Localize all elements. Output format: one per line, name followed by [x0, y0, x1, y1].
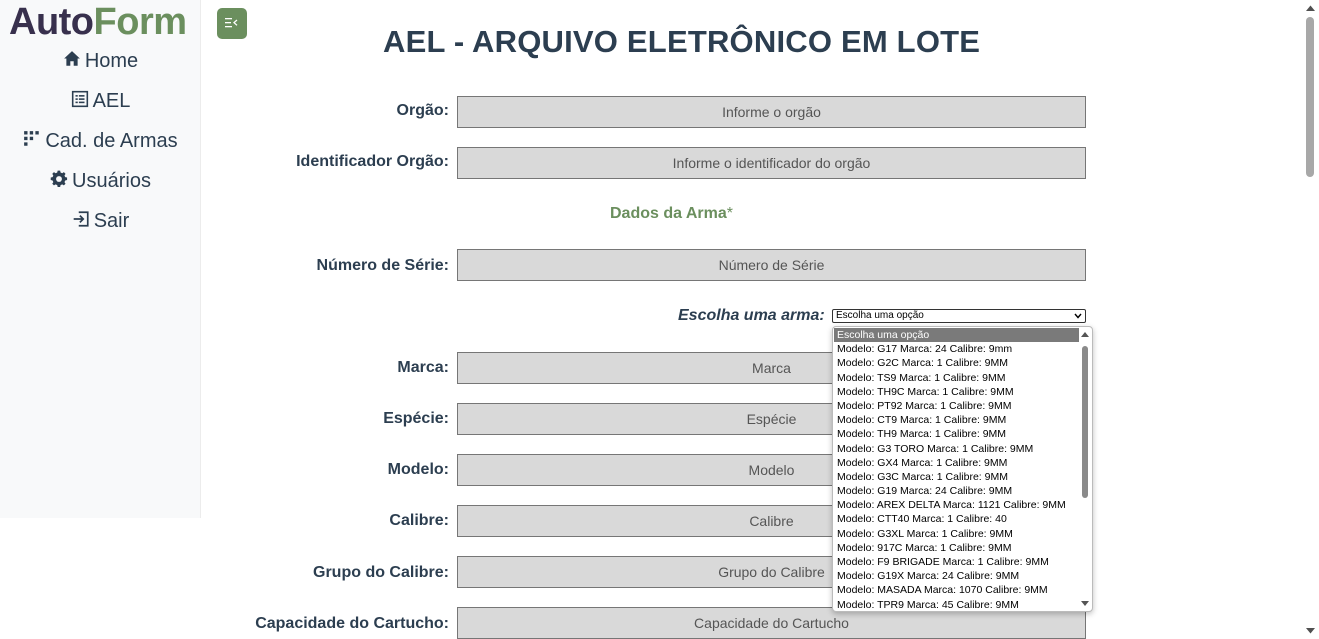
- weapon-option[interactable]: Modelo: TH9C Marca: 1 Calibre: 9MM: [834, 385, 1079, 399]
- required-mark: *: [726, 205, 734, 222]
- weapon-option[interactable]: Modelo: G19X Marca: 24 Calibre: 9MM: [834, 569, 1079, 583]
- sidebar-item-label: Usuários: [72, 170, 151, 192]
- grid-icon: [24, 131, 40, 146]
- dropdown-scrollbar[interactable]: [1080, 329, 1090, 609]
- weapon-option[interactable]: Modelo: CT9 Marca: 1 Calibre: 9MM: [834, 413, 1079, 427]
- weapon-select-dropdown[interactable]: Escolha uma opção Modelo: G17 Marca: 24 …: [832, 326, 1093, 612]
- weapon-option[interactable]: Modelo: PT92 Marca: 1 Calibre: 9MM: [834, 399, 1079, 413]
- identificador-orgao-input[interactable]: [457, 147, 1086, 179]
- marca-label: Marca:: [397, 359, 449, 376]
- sidebar: AutoForm Home AEL Cad. de Armas Usuários…: [0, 0, 201, 518]
- sidebar-item-label: AEL: [92, 90, 131, 112]
- weapon-option[interactable]: Escolha uma opção: [834, 328, 1079, 343]
- page-title: AEL - ARQUIVO ELETRÔNICO EM LOTE: [383, 24, 981, 59]
- sidebar-item-ael[interactable]: AEL: [0, 89, 201, 113]
- calibre-label: Calibre:: [389, 512, 449, 529]
- especie-label: Espécie:: [383, 410, 449, 427]
- weapon-option[interactable]: Modelo: G19 Marca: 24 Calibre: 9MM: [834, 484, 1079, 498]
- gear-icon: [50, 170, 68, 187]
- page-scrollbar[interactable]: [1302, 0, 1319, 639]
- home-icon: [63, 51, 80, 66]
- weapon-option[interactable]: Modelo: G3C Marca: 1 Calibre: 9MM: [834, 470, 1079, 484]
- page-scroll-thumb[interactable]: [1306, 17, 1314, 177]
- sidebar-item-home[interactable]: Home: [0, 49, 201, 73]
- weapon-option-list: Escolha uma opção Modelo: G17 Marca: 24 …: [834, 328, 1079, 611]
- sidebar-item-sair[interactable]: Sair: [0, 209, 201, 233]
- logout-icon: [73, 211, 89, 227]
- weapon-option[interactable]: Modelo: TPR9 Marca: 45 Calibre: 9MM: [834, 598, 1079, 611]
- sidebar-item-label: Sair: [93, 210, 130, 232]
- sidebar-item-usuarios[interactable]: Usuários: [0, 169, 201, 193]
- weapon-option[interactable]: Modelo: G3XL Marca: 1 Calibre: 9MM: [834, 527, 1079, 541]
- weapon-option[interactable]: Modelo: 917C Marca: 1 Calibre: 9MM: [834, 541, 1079, 555]
- weapon-select-value: Escolha uma opção: [836, 310, 924, 321]
- weapon-select[interactable]: Escolha uma opção: [832, 309, 1086, 323]
- orgao-input[interactable]: [457, 96, 1086, 128]
- weapon-option[interactable]: Modelo: F9 BRIGADE Marca: 1 Calibre: 9MM: [834, 555, 1079, 569]
- weapon-option[interactable]: Modelo: GX4 Marca: 1 Calibre: 9MM: [834, 456, 1079, 470]
- weapon-option[interactable]: Modelo: MASADA Marca: 1070 Calibre: 9MM: [834, 583, 1079, 597]
- collapse-menu-icon: [225, 18, 238, 28]
- scroll-up-arrow-icon[interactable]: [1306, 5, 1315, 11]
- orgao-label: Orgão:: [396, 102, 449, 119]
- weapon-option[interactable]: Modelo: AREX DELTA Marca: 1121 Calibre: …: [834, 498, 1079, 512]
- numero-serie-input[interactable]: [457, 249, 1086, 281]
- dropdown-scroll-thumb[interactable]: [1082, 346, 1088, 498]
- numero-serie-label: Número de Série:: [316, 257, 449, 274]
- modelo-label: Modelo:: [387, 461, 449, 478]
- sidebar-item-label: Home: [84, 50, 139, 72]
- weapon-option[interactable]: Modelo: G17 Marca: 24 Calibre: 9mm: [834, 342, 1079, 356]
- scroll-down-arrow-icon[interactable]: [1306, 628, 1315, 634]
- weapon-option[interactable]: Modelo: CTT40 Marca: 1 Calibre: 40: [834, 512, 1079, 526]
- scroll-up-arrow-icon[interactable]: [1081, 331, 1089, 337]
- weapon-option[interactable]: Modelo: TH9 Marca: 1 Calibre: 9MM: [834, 427, 1079, 441]
- list-icon: [71, 90, 88, 108]
- brand-logo[interactable]: AutoForm: [9, 1, 187, 43]
- grupo-calibre-label: Grupo do Calibre:: [313, 564, 449, 581]
- weapon-select-label: Escolha uma arma:: [678, 307, 825, 324]
- sidebar-item-cad-armas[interactable]: Cad. de Armas: [0, 129, 201, 153]
- scroll-down-arrow-icon[interactable]: [1081, 601, 1089, 607]
- sidebar-item-label: Cad. de Armas: [45, 130, 178, 152]
- capacidade-cartucho-label: Capacidade do Cartucho:: [255, 615, 449, 632]
- identificador-orgao-label: Identificador Orgão:: [296, 153, 449, 170]
- section-title-dados-arma: Dados da Arma*: [610, 205, 734, 222]
- weapon-option[interactable]: Modelo: TS9 Marca: 1 Calibre: 9MM: [834, 371, 1079, 385]
- weapon-option[interactable]: Modelo: G2C Marca: 1 Calibre: 9MM: [834, 356, 1079, 370]
- chevron-down-icon: [1074, 313, 1082, 319]
- sidebar-toggle-button[interactable]: [217, 8, 247, 39]
- weapon-option[interactable]: Modelo: G3 TORO Marca: 1 Calibre: 9MM: [834, 442, 1079, 456]
